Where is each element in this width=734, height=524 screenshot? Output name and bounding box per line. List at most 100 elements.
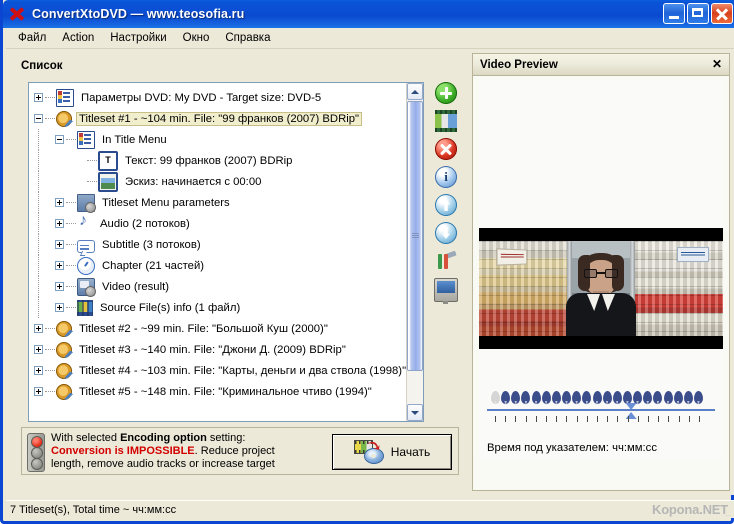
chapter-pin[interactable] <box>683 391 693 404</box>
encoding-warning-text: With selected Encoding option setting: C… <box>51 432 301 472</box>
chapter-pin[interactable] <box>592 391 602 404</box>
timeline-tick <box>617 416 619 422</box>
video-result-icon <box>77 277 96 297</box>
move-up-button[interactable] <box>435 194 457 216</box>
tree-row[interactable]: Параметры DVD: My DVD - Target size: DVD… <box>29 87 407 108</box>
tree-row[interactable]: Source File(s) info (1 файл) <box>29 297 407 318</box>
video-frame[interactable] <box>479 228 723 349</box>
timeline-tick <box>607 416 609 422</box>
chapter-pin[interactable] <box>602 391 612 404</box>
tools-button[interactable] <box>435 250 457 272</box>
close-button[interactable] <box>711 3 733 24</box>
project-tree[interactable]: Параметры DVD: My DVD - Target size: DVD… <box>28 82 424 422</box>
traffic-light-icon <box>27 433 45 472</box>
chapter-pin[interactable] <box>653 391 663 404</box>
chapter-pin[interactable] <box>501 391 511 404</box>
expand-icon[interactable] <box>55 261 64 270</box>
expand-icon[interactable] <box>55 198 64 207</box>
tree-row[interactable]: Titleset #4 - ~103 min. File: "Карты, де… <box>29 360 407 381</box>
menu-item-help[interactable]: Справка <box>217 30 278 47</box>
timeline-tick <box>556 416 558 422</box>
close-icon[interactable]: ✕ <box>712 58 722 71</box>
status-text: 7 Titleset(s), Total time ~ чч:мм:cc <box>10 503 177 516</box>
tree-connector <box>45 348 55 351</box>
tree-row[interactable]: Subtitle (3 потоков) <box>29 234 407 255</box>
tree-row[interactable]: T Текст: 99 франков (2007) BDRip <box>29 150 407 171</box>
minimize-button[interactable] <box>663 3 685 24</box>
tree-row[interactable]: Titleset #2 - ~99 min. File: "Большой Ку… <box>29 318 407 339</box>
chapter-pin[interactable] <box>663 391 673 404</box>
monitor-button[interactable] <box>434 278 458 304</box>
menu-item-settings[interactable]: Настройки <box>102 30 174 47</box>
delete-button[interactable] <box>435 138 457 160</box>
expand-icon[interactable] <box>55 219 64 228</box>
expand-icon[interactable] <box>55 240 64 249</box>
chapter-pin[interactable] <box>582 391 592 404</box>
chapter-pin[interactable] <box>612 391 622 404</box>
tree-row[interactable]: Audio (2 потоков) <box>29 213 407 234</box>
tree-guide-line <box>38 129 39 150</box>
watermark-dots: ... <box>725 511 731 518</box>
chapter-pin[interactable] <box>562 391 572 404</box>
chapter-pin[interactable] <box>541 391 551 404</box>
expand-icon[interactable] <box>34 387 43 396</box>
tree-guide-line <box>38 150 39 171</box>
maximize-button[interactable] <box>687 3 709 24</box>
list-toolbar: i <box>431 82 461 304</box>
expand-icon[interactable] <box>55 303 64 312</box>
tree-row[interactable]: Эскиз: начинается с 00:00 <box>29 171 407 192</box>
chapter-pin[interactable] <box>511 391 521 404</box>
menu-item-window[interactable]: Окно <box>175 30 218 47</box>
expand-icon[interactable] <box>34 324 43 333</box>
add-video-file-button[interactable] <box>435 110 457 132</box>
timeline-tick <box>637 416 639 422</box>
tree-guide-line <box>38 276 39 297</box>
tree-connector <box>66 243 76 246</box>
tree-guide-line <box>38 171 39 192</box>
menu-list-icon <box>77 130 95 149</box>
chapter-pin[interactable] <box>491 391 500 404</box>
tree-row-label: Chapter (21 частей) <box>102 259 205 272</box>
tree-connector <box>66 306 76 309</box>
chapter-pin[interactable] <box>673 391 683 404</box>
chapter-pin[interactable] <box>521 391 531 404</box>
tree-row[interactable]: Titleset #1 - ~104 min. File: "99 франко… <box>29 108 407 129</box>
scroll-up-button[interactable] <box>407 83 423 100</box>
chapter-pin[interactable] <box>694 391 703 404</box>
tree-row[interactable]: Titleset #3 - ~140 min. File: "Джони Д. … <box>29 339 407 360</box>
tree-row[interactable]: Chapter (21 частей) <box>29 255 407 276</box>
scroll-down-button[interactable] <box>407 404 423 421</box>
scrollbar-thumb[interactable] <box>407 101 423 371</box>
tree-row-label: Video (result) <box>102 280 169 293</box>
chapter-pin[interactable] <box>551 391 561 404</box>
expand-icon[interactable] <box>34 93 43 102</box>
expand-icon[interactable] <box>55 282 64 291</box>
tree-connector <box>87 159 97 162</box>
info-button[interactable]: i <box>435 166 457 188</box>
start-button[interactable]: Начать <box>332 434 452 470</box>
chapter-timeline[interactable] <box>487 390 715 436</box>
menu-item-file[interactable]: Файл <box>10 30 54 47</box>
timeline-tick <box>566 416 568 422</box>
tree-row[interactable]: In Title Menu <box>29 129 407 150</box>
chapter-pin[interactable] <box>572 391 582 404</box>
menu-item-action[interactable]: Action <box>54 30 102 47</box>
window-controls <box>663 3 733 24</box>
tree-guide-line <box>38 297 39 318</box>
move-down-button[interactable] <box>435 222 457 244</box>
timeline-tick <box>699 416 700 422</box>
chapter-pin[interactable] <box>531 391 541 404</box>
title-bar: ConvertXtoDVD — www.teosofia.ru <box>3 0 734 28</box>
expand-icon[interactable] <box>34 345 43 354</box>
expand-icon[interactable] <box>34 366 43 375</box>
collapse-icon[interactable] <box>55 135 64 144</box>
collapse-icon[interactable] <box>34 114 43 123</box>
tree-row[interactable]: Titleset #5 - ~148 min. File: "Криминаль… <box>29 381 407 402</box>
tree-vertical-scrollbar[interactable] <box>406 83 423 421</box>
subtitle-icon <box>77 240 95 253</box>
tree-connector <box>66 138 76 141</box>
add-titleset-button[interactable] <box>435 82 457 104</box>
tree-row[interactable]: Titleset Menu parameters <box>29 192 407 213</box>
chapter-pin[interactable] <box>643 391 653 404</box>
tree-row[interactable]: Video (result) <box>29 276 407 297</box>
